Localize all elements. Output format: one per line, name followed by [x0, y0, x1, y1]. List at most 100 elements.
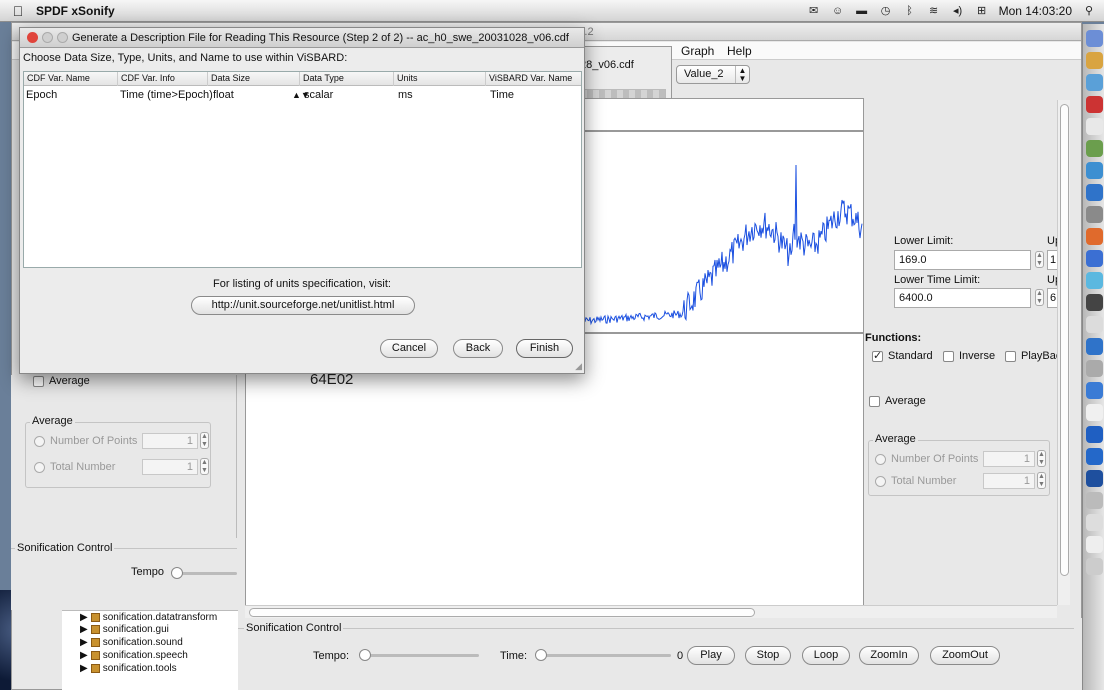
dock-app-icon[interactable]: [1086, 250, 1103, 267]
disclosure-triangle-icon[interactable]: ▶: [80, 612, 88, 623]
total-number-stepper[interactable]: ▲ ▼: [1037, 472, 1046, 489]
cancel-button[interactable]: Cancel: [380, 339, 438, 358]
dock-app-icon[interactable]: [1086, 74, 1103, 91]
dock-app-icon[interactable]: [1086, 162, 1103, 179]
number-of-points-field[interactable]: 1: [983, 451, 1035, 467]
dock-app-icon[interactable]: [1086, 470, 1103, 487]
dock-app-icon[interactable]: [1086, 206, 1103, 223]
disclosure-triangle-icon[interactable]: ▶: [80, 650, 88, 661]
menu-help[interactable]: Help: [727, 42, 752, 60]
total-number-field[interactable]: 1: [142, 459, 198, 475]
finish-button[interactable]: Finish: [516, 339, 573, 358]
checkbox-box[interactable]: [33, 375, 44, 387]
wifi-icon[interactable]: ≋: [927, 5, 941, 17]
number-of-points-stepper[interactable]: ▲ ▼: [200, 432, 209, 449]
column-header[interactable]: Data Size: [208, 72, 300, 86]
column-header[interactable]: Data Type: [300, 72, 394, 86]
dock-app-icon[interactable]: [1086, 140, 1103, 157]
lower-limit-field[interactable]: 169.0: [894, 250, 1031, 270]
back-button[interactable]: Back: [453, 339, 503, 358]
tree-item[interactable]: ▶ sonification.sound: [80, 637, 183, 648]
close-icon[interactable]: [27, 32, 38, 43]
radio-circle[interactable]: [875, 453, 886, 465]
cell-visbard-name[interactable]: Time: [488, 87, 514, 103]
volume-icon[interactable]: ◂): [951, 5, 965, 17]
lower-limit-stepper[interactable]: ▲ ▼: [1035, 251, 1044, 268]
tempo-slider[interactable]: [359, 649, 479, 661]
radio-circle[interactable]: [34, 461, 45, 473]
dock-app-icon[interactable]: [1086, 52, 1103, 69]
dock-app-icon[interactable]: [1086, 228, 1103, 245]
bluetooth-icon[interactable]: ᛒ: [903, 5, 917, 17]
dock-app-icon[interactable]: [1086, 184, 1103, 201]
dock-app-icon[interactable]: [1086, 272, 1103, 289]
units-link-button[interactable]: http://unit.sourceforge.net/unitlist.htm…: [191, 296, 415, 315]
checkbox-box[interactable]: [872, 349, 883, 362]
column-header[interactable]: CDF Var. Info: [118, 72, 208, 86]
dock-app-icon[interactable]: [1086, 492, 1103, 509]
number-of-points-stepper[interactable]: ▲ ▼: [1037, 450, 1046, 467]
radio-circle[interactable]: [34, 435, 45, 447]
radio-number-of-points[interactable]: Number Of Points: [34, 435, 137, 447]
zoom-out-button[interactable]: ZoomOut: [930, 646, 1000, 665]
dock-app-icon[interactable]: [1086, 96, 1103, 113]
cell-data-size[interactable]: float: [211, 87, 234, 103]
column-header[interactable]: CDF Var. Name: [24, 72, 118, 86]
zoom-icon[interactable]: [57, 32, 68, 43]
battery-icon[interactable]: ▬: [855, 5, 869, 17]
time-slider[interactable]: [535, 649, 671, 661]
clock[interactable]: Mon 14:03:20: [999, 4, 1072, 18]
resize-grip-icon[interactable]: ◢: [575, 361, 582, 372]
zoom-in-button[interactable]: ZoomIn: [859, 646, 919, 665]
inverse-checkbox[interactable]: Inverse: [943, 350, 995, 362]
horizontal-scrollbar[interactable]: [245, 605, 1057, 618]
dock-app-icon[interactable]: [1086, 316, 1103, 333]
play-button[interactable]: Play: [687, 646, 735, 665]
tree-item[interactable]: ▶ sonification.speech: [80, 650, 188, 661]
total-number-stepper[interactable]: ▲ ▼: [200, 458, 209, 475]
lower-time-limit-stepper[interactable]: ▲ ▼: [1035, 289, 1044, 306]
tree-item[interactable]: ▶ sonification.tools: [80, 663, 177, 674]
number-of-points-field[interactable]: 1: [142, 433, 198, 449]
radio-total-number[interactable]: Total Number: [34, 461, 115, 473]
tree-item[interactable]: ▶ sonification.datatransform: [80, 612, 217, 623]
spotlight-search-icon[interactable]: ⚲: [1082, 5, 1096, 17]
left-average-checkbox[interactable]: Average: [33, 375, 90, 387]
dock-app-icon[interactable]: [1086, 404, 1103, 421]
minimize-icon[interactable]: [42, 32, 53, 43]
column-header[interactable]: ViSBARD Var. Name: [486, 72, 583, 86]
input-menu-icon[interactable]: ⊞: [975, 5, 989, 17]
disclosure-triangle-icon[interactable]: ▶: [80, 637, 88, 648]
dock-app-icon[interactable]: [1086, 294, 1103, 311]
dock-app-icon[interactable]: [1086, 558, 1103, 575]
cell-units[interactable]: ms: [396, 87, 413, 103]
vertical-scrollbar[interactable]: [1057, 100, 1070, 605]
dock-app-icon[interactable]: [1086, 30, 1103, 47]
dock-app-icon[interactable]: [1086, 536, 1103, 553]
value-select[interactable]: Value_2 ▲ ▼: [676, 65, 750, 84]
time-machine-icon[interactable]: ◷: [879, 5, 893, 17]
dock-app-icon[interactable]: [1086, 338, 1103, 355]
left-tempo-slider[interactable]: [171, 567, 237, 579]
stop-button[interactable]: Stop: [745, 646, 791, 665]
slider-knob[interactable]: [359, 649, 371, 661]
standard-checkbox[interactable]: Standard: [872, 349, 933, 362]
menu-graph[interactable]: Graph: [681, 42, 714, 60]
slider-knob[interactable]: [535, 649, 547, 661]
radio-total-number[interactable]: Total Number: [875, 475, 956, 487]
dock-app-icon[interactable]: [1086, 118, 1103, 135]
radio-number-of-points[interactable]: Number Of Points: [875, 453, 978, 465]
right-average-checkbox[interactable]: Average: [869, 395, 926, 407]
disclosure-triangle-icon[interactable]: ▶: [80, 663, 88, 674]
radio-circle[interactable]: [875, 475, 886, 487]
disclosure-triangle-icon[interactable]: ▶: [80, 624, 88, 635]
apple-menu-icon[interactable]: : [0, 3, 36, 19]
cell-data-type[interactable]: scalar: [302, 87, 333, 103]
checkbox-box[interactable]: [943, 350, 954, 362]
checkbox-box[interactable]: [869, 395, 880, 407]
dock-app-icon[interactable]: [1086, 514, 1103, 531]
tree-item[interactable]: ▶ sonification.gui: [80, 624, 169, 635]
dock-app-icon[interactable]: [1086, 426, 1103, 443]
dock-app-icon[interactable]: [1086, 448, 1103, 465]
column-header[interactable]: Units: [394, 72, 486, 86]
